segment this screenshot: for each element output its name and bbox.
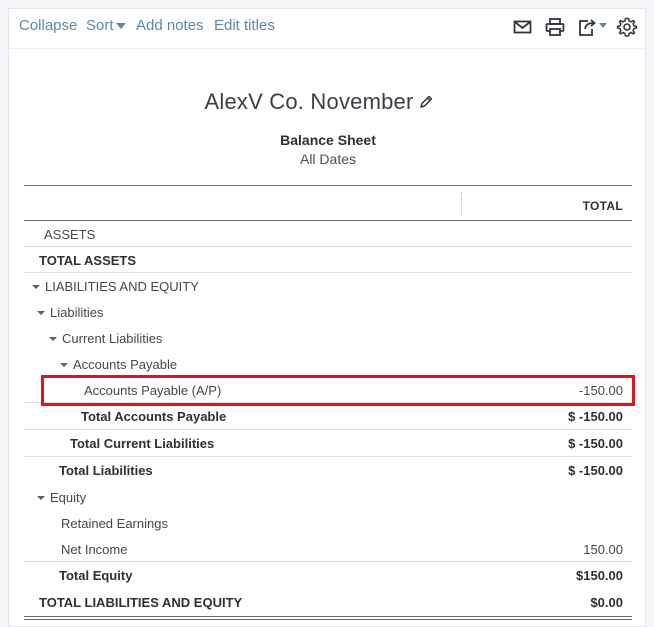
row-label: Liabilities — [50, 305, 104, 320]
row-label: Retained Earnings — [61, 516, 168, 531]
edit-titles-button[interactable]: Edit titles — [214, 17, 275, 34]
row-label: TOTAL LIABILITIES AND EQUITY — [39, 595, 243, 610]
email-icon[interactable] — [512, 17, 534, 37]
row-amount[interactable]: $ -150.00 — [568, 463, 623, 478]
sort-chevron-down-icon — [115, 23, 126, 30]
print-icon[interactable] — [544, 17, 566, 37]
row-label: Total Equity — [59, 568, 133, 583]
table-row-retained-earnings[interactable]: Retained Earnings — [24, 510, 632, 536]
report-title: Balance Sheet — [280, 132, 376, 148]
collapse-caret-icon[interactable] — [37, 495, 45, 500]
sort-label: Sort — [86, 17, 114, 34]
table-end-double-rule — [24, 616, 632, 620]
table-row-current-liabilities[interactable]: Current Liabilities — [24, 325, 632, 351]
table-header: TOTAL — [24, 185, 632, 221]
row-label: Total Current Liabilities — [70, 436, 215, 451]
collapse-button[interactable]: Collapse — [19, 17, 77, 34]
collapse-caret-icon[interactable] — [49, 336, 57, 341]
report-toolbar: Collapse Sort Add notes Edit titles — [8, 8, 646, 48]
row-amount[interactable]: -150.00 — [579, 383, 623, 398]
company-name[interactable]: AlexV Co. November — [204, 89, 413, 114]
row-label: ASSETS — [44, 227, 96, 242]
row-label: Current Liabilities — [62, 331, 163, 346]
report-dates: All Dates — [299, 151, 357, 167]
table-row-total-liabilities[interactable]: Total Liabilities $ -150.00 — [24, 457, 632, 484]
table-row-assets[interactable]: ASSETS — [24, 221, 632, 247]
row-label: Accounts Payable — [73, 357, 178, 372]
table-row-total-liabilities-and-equity[interactable]: TOTAL LIABILITIES AND EQUITY $0.00 — [24, 589, 632, 616]
row-amount[interactable]: $ -150.00 — [568, 436, 623, 451]
row-label: LIABILITIES AND EQUITY — [45, 279, 199, 294]
row-label: Equity — [50, 490, 87, 505]
table-row-liabilities[interactable]: Liabilities — [24, 299, 632, 325]
table-row-total-accounts-payable[interactable]: Total Accounts Payable $ -150.00 — [24, 403, 632, 430]
settings-icon[interactable] — [616, 17, 638, 37]
table-row-net-income[interactable]: Net Income 150.00 — [24, 536, 632, 562]
table-row-accounts-payable[interactable]: Accounts Payable — [24, 351, 632, 377]
row-amount[interactable]: $150.00 — [576, 568, 623, 583]
row-amount[interactable]: $ -150.00 — [568, 409, 623, 424]
company-title: AlexV Co. November — [9, 89, 629, 116]
table-row-liabilities-and-equity[interactable]: LIABILITIES AND EQUITY — [24, 273, 632, 299]
column-header-total: TOTAL — [582, 199, 623, 213]
table-row-accounts-payable-ap[interactable]: Accounts Payable (A/P) -150.00 — [24, 377, 632, 403]
row-label: Net Income — [61, 542, 128, 557]
sort-button[interactable]: Sort — [86, 17, 126, 34]
collapse-caret-icon[interactable] — [60, 362, 68, 367]
row-amount[interactable]: $0.00 — [590, 595, 623, 610]
table-row-total-equity[interactable]: Total Equity $150.00 — [24, 562, 632, 589]
balance-sheet-table: TOTAL ASSETS TOTAL ASSETS LIABILITIES AN… — [24, 185, 632, 620]
add-notes-button[interactable]: Add notes — [136, 17, 204, 34]
row-label: TOTAL ASSETS — [39, 253, 137, 268]
report-sheet: AlexV Co. November Balance Sheet All Dat… — [8, 48, 646, 627]
table-row-total-current-liabilities[interactable]: Total Current Liabilities $ -150.00 — [24, 430, 632, 457]
page: Collapse Sort Add notes Edit titles Alex… — [0, 0, 654, 627]
collapse-caret-icon[interactable] — [32, 284, 40, 289]
row-amount[interactable]: 150.00 — [583, 542, 623, 557]
table-row-equity[interactable]: Equity — [24, 484, 632, 510]
row-label: Total Accounts Payable — [81, 409, 227, 424]
column-divider — [461, 192, 462, 216]
export-icon[interactable] — [576, 17, 610, 37]
row-label: Total Liabilities — [59, 463, 153, 478]
collapse-caret-icon[interactable] — [37, 310, 45, 315]
table-row-total-assets[interactable]: TOTAL ASSETS — [24, 247, 632, 273]
pencil-icon[interactable] — [418, 90, 434, 116]
row-label: Accounts Payable (A/P) — [84, 383, 222, 398]
